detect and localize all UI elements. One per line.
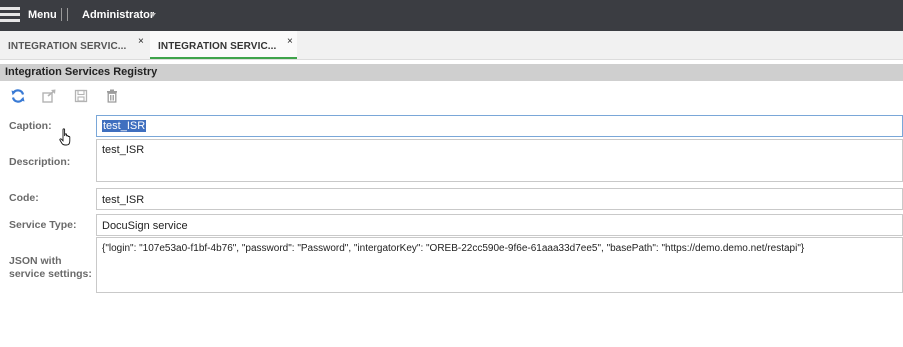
- service-type-label: Service Type:: [9, 219, 77, 231]
- description-field[interactable]: test_ISR: [96, 139, 903, 182]
- json-settings-field[interactable]: {"login": "107e53a0-f1bf-4b76", "passwor…: [96, 237, 903, 293]
- refresh-icon[interactable]: [10, 88, 26, 104]
- code-value: test_ISR: [102, 194, 145, 206]
- delete-icon[interactable]: [104, 88, 120, 104]
- json-settings-label: JSON with service settings:: [9, 255, 92, 280]
- open-external-icon[interactable]: [41, 88, 57, 104]
- tab-label: INTEGRATION SERVIC...: [158, 41, 277, 52]
- save-icon[interactable]: [73, 88, 89, 104]
- caption-label: Caption:: [9, 120, 52, 132]
- service-type-field[interactable]: DocuSign service: [96, 214, 903, 236]
- menu-button[interactable]: Menu: [28, 9, 57, 21]
- hand-cursor-icon: [59, 128, 71, 146]
- page-title: Integration Services Registry: [5, 66, 158, 78]
- close-icon[interactable]: ×: [287, 36, 293, 47]
- section-header: Integration Services Registry: [0, 64, 903, 81]
- tab-integration-services-2[interactable]: INTEGRATION SERVIC... ×: [150, 31, 297, 59]
- description-value: test_ISR: [102, 144, 145, 156]
- user-menu-button[interactable]: Administrator: [82, 9, 154, 21]
- caption-value: test_ISR: [102, 120, 147, 132]
- chevron-down-icon[interactable]: [150, 13, 156, 17]
- divider: [61, 8, 62, 21]
- hamburger-menu-icon[interactable]: [0, 7, 20, 23]
- code-label: Code:: [9, 192, 39, 204]
- tab-integration-services-1[interactable]: INTEGRATION SERVIC... ×: [0, 31, 148, 59]
- code-field[interactable]: test_ISR: [96, 188, 903, 210]
- tab-label: INTEGRATION SERVIC...: [8, 41, 127, 52]
- tab-bar: INTEGRATION SERVIC... × INTEGRATION SERV…: [0, 31, 903, 60]
- divider: [67, 8, 68, 21]
- json-settings-value: {"login": "107e53a0-f1bf-4b76", "passwor…: [102, 243, 805, 254]
- close-icon[interactable]: ×: [138, 36, 144, 47]
- top-bar: Menu Administrator: [0, 0, 903, 31]
- service-type-value: DocuSign service: [102, 220, 188, 232]
- caption-field[interactable]: test_ISR: [96, 115, 903, 137]
- toolbar: [0, 84, 903, 108]
- description-label: Description:: [9, 156, 71, 168]
